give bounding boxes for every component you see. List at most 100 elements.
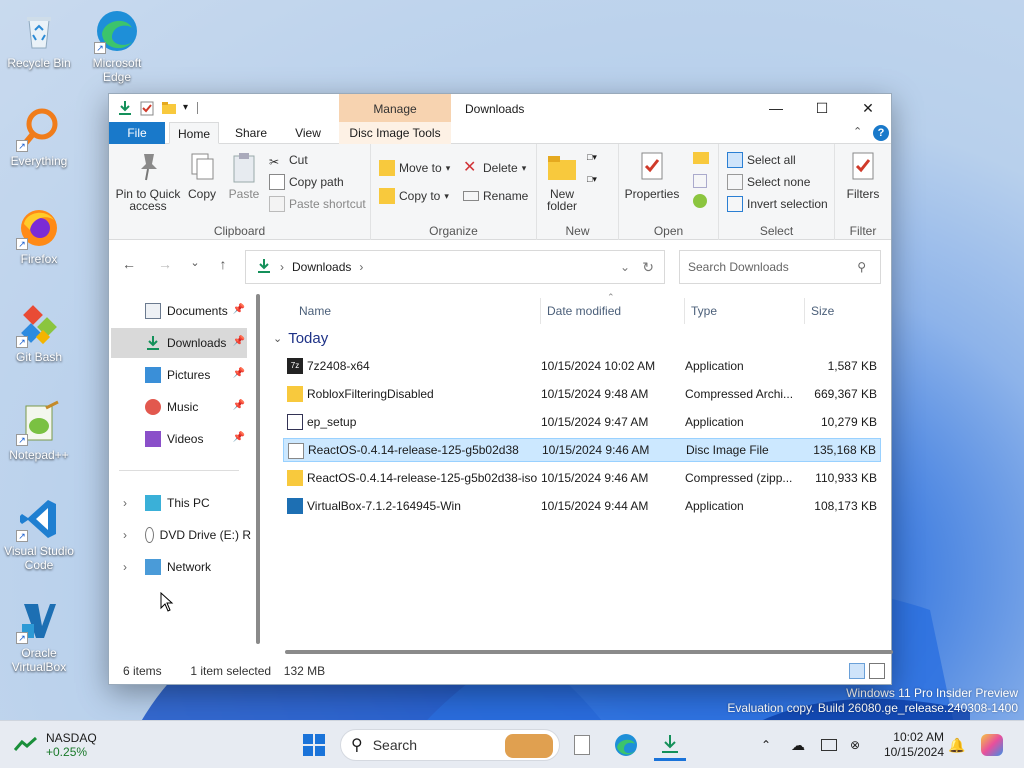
- new-item-icon[interactable]: □▾: [587, 152, 609, 168]
- copilot-icon[interactable]: [978, 729, 1006, 761]
- tab-file[interactable]: File: [109, 122, 165, 144]
- address-bar[interactable]: › Downloads › ⌄ ↻: [245, 250, 665, 284]
- details-view-icon[interactable]: [849, 663, 865, 679]
- help-icon[interactable]: ?: [873, 125, 889, 141]
- easy-access-icon[interactable]: □▾: [587, 174, 609, 190]
- desktop-icon-everything[interactable]: ↗ Everything: [0, 106, 78, 168]
- new-folder-button[interactable]: New folder: [541, 150, 583, 212]
- download-arrow-icon: [256, 258, 272, 277]
- history-icon[interactable]: [693, 194, 707, 208]
- desktop-icon-notepadpp[interactable]: ↗ Notepad++: [0, 400, 78, 462]
- table-row[interactable]: 7z 7z2408-x64 10/15/2024 10:02 AM Applic…: [283, 354, 881, 378]
- network-status-icon[interactable]: ⊗: [844, 729, 866, 761]
- desktop-icon-label: Oracle VirtualBox: [11, 646, 67, 674]
- close-button[interactable]: ✕: [845, 94, 891, 122]
- notifications-bell-icon[interactable]: 🔔: [946, 729, 968, 761]
- copy-to-button[interactable]: Copy to ▾: [379, 186, 449, 206]
- search-box[interactable]: Search Downloads ⚲: [679, 250, 881, 284]
- forward-button[interactable]: →: [153, 256, 177, 276]
- title-bar: ▾ Manage Downloads — ☐ ✕: [109, 94, 891, 122]
- properties-button[interactable]: Properties: [623, 150, 681, 200]
- file-list-scrollbar[interactable]: [285, 650, 893, 654]
- clock[interactable]: 10:02 AM 10/15/2024: [874, 729, 944, 761]
- minimize-button[interactable]: —: [753, 94, 799, 122]
- expand-chevron-icon[interactable]: ›: [123, 496, 127, 510]
- desktop-icon-vscode[interactable]: ↗ Visual Studio Code: [0, 496, 78, 572]
- file-type: Application: [685, 359, 744, 373]
- clock-time: 10:02 AM: [893, 730, 944, 744]
- paste-button[interactable]: Paste: [227, 150, 261, 200]
- large-icons-view-icon[interactable]: [869, 663, 885, 679]
- tab-home[interactable]: Home: [169, 122, 219, 144]
- copy-path-button[interactable]: Copy path: [269, 172, 344, 192]
- delete-button[interactable]: ✕ Delete ▾: [463, 158, 526, 178]
- move-to-button[interactable]: Move to ▾: [379, 158, 450, 178]
- collapse-ribbon-icon[interactable]: ⌃: [853, 125, 862, 138]
- table-row[interactable]: RobloxFilteringDisabled 10/15/2024 9:48 …: [283, 382, 881, 406]
- monitor-icon[interactable]: [818, 729, 840, 761]
- clipboard-icon: [228, 150, 260, 184]
- copy-button[interactable]: Copy: [185, 150, 219, 200]
- contextual-tab-group-manage[interactable]: Manage: [339, 94, 451, 122]
- show-hidden-icons-button[interactable]: ⌃: [756, 729, 776, 761]
- group-header-today[interactable]: ⌄ Today: [273, 330, 328, 347]
- taskbar-downloads[interactable]: [654, 729, 686, 761]
- selection-count: 1 item selected: [190, 664, 272, 678]
- nav-item-music[interactable]: Music 📌: [111, 392, 247, 422]
- column-header-type[interactable]: Type: [685, 298, 805, 324]
- desktop-icon-edge[interactable]: ↗ Microsoft Edge: [78, 8, 156, 84]
- cloud-sync-icon[interactable]: ☁: [786, 729, 810, 761]
- desktop-icon-virtualbox[interactable]: ↗ Oracle VirtualBox: [0, 598, 78, 674]
- invert-selection-button[interactable]: Invert selection: [727, 194, 828, 214]
- rename-button[interactable]: Rename: [463, 186, 528, 206]
- desktop-icon-firefox[interactable]: ↗ Firefox: [0, 204, 78, 266]
- address-dropdown-icon[interactable]: ⌄: [620, 260, 630, 274]
- table-row[interactable]: ReactOS-0.4.14-release-125-g5b02d38-iso …: [283, 466, 881, 490]
- nav-item-pictures[interactable]: Pictures 📌: [111, 360, 247, 390]
- cut-button[interactable]: ✂ Cut: [269, 150, 308, 170]
- nav-item-downloads[interactable]: Downloads 📌: [111, 328, 247, 358]
- taskbar-file-icon[interactable]: [568, 729, 596, 761]
- filters-button[interactable]: Filters: [839, 150, 887, 200]
- sort-indicator-icon: ⌃: [607, 292, 615, 302]
- nav-item-documents[interactable]: Documents 📌: [111, 296, 247, 326]
- table-row-selected[interactable]: ReactOS-0.4.14-release-125-g5b02d38 10/1…: [283, 438, 881, 462]
- nav-item-dvd-drive[interactable]: › DVD Drive (E:) R: [111, 520, 251, 550]
- column-header-size[interactable]: Size: [805, 298, 885, 324]
- desktop-icon-recycle-bin[interactable]: Recycle Bin: [0, 8, 78, 70]
- nav-item-this-pc[interactable]: › This PC: [111, 488, 247, 518]
- tab-disc-image-tools[interactable]: Disc Image Tools: [339, 122, 451, 144]
- edit-icon[interactable]: [693, 174, 707, 188]
- breadcrumb-separator: ›: [280, 260, 284, 274]
- select-none-button[interactable]: Select none: [727, 172, 810, 192]
- pin-to-quick-access-button[interactable]: Pin to Quick access: [115, 150, 181, 212]
- chevron-down-icon[interactable]: ▾: [183, 100, 191, 116]
- start-button[interactable]: [298, 729, 330, 761]
- taskbar-edge[interactable]: [610, 729, 642, 761]
- back-button[interactable]: ←: [117, 256, 141, 276]
- virtualbox-icon: ↗: [16, 598, 62, 644]
- expand-chevron-icon[interactable]: ›: [123, 560, 127, 574]
- nav-item-network[interactable]: › Network: [111, 552, 247, 582]
- taskbar-search[interactable]: ⚲ Search: [340, 729, 560, 761]
- table-row[interactable]: VirtualBox-7.1.2-164945-Win 10/15/2024 9…: [283, 494, 881, 518]
- breadcrumb-downloads[interactable]: Downloads: [292, 260, 351, 274]
- refresh-icon[interactable]: ↻: [642, 259, 654, 276]
- paste-shortcut-button[interactable]: Paste shortcut: [269, 194, 366, 214]
- column-header-name[interactable]: Name: [293, 298, 541, 324]
- nav-pane-scrollbar[interactable]: [256, 294, 260, 644]
- stock-widget[interactable]: NASDAQ +0.25%: [13, 729, 114, 761]
- maximize-button[interactable]: ☐: [799, 94, 845, 122]
- desktop-icon-git-bash[interactable]: ↗ Git Bash: [0, 302, 78, 364]
- recent-locations-button[interactable]: ⌄: [183, 256, 207, 276]
- tab-share[interactable]: Share: [225, 122, 277, 144]
- open-folder-icon[interactable]: [693, 152, 709, 164]
- expand-chevron-icon[interactable]: ›: [123, 528, 127, 542]
- tab-view[interactable]: View: [281, 122, 335, 144]
- up-button[interactable]: ↑: [211, 256, 235, 276]
- new-folder-qat-icon[interactable]: [161, 100, 177, 116]
- properties-qat-icon[interactable]: [139, 100, 155, 116]
- table-row[interactable]: ep_setup 10/15/2024 9:47 AM Application …: [283, 410, 881, 434]
- nav-item-videos[interactable]: Videos 📌: [111, 424, 247, 454]
- select-all-button[interactable]: Select all: [727, 150, 796, 170]
